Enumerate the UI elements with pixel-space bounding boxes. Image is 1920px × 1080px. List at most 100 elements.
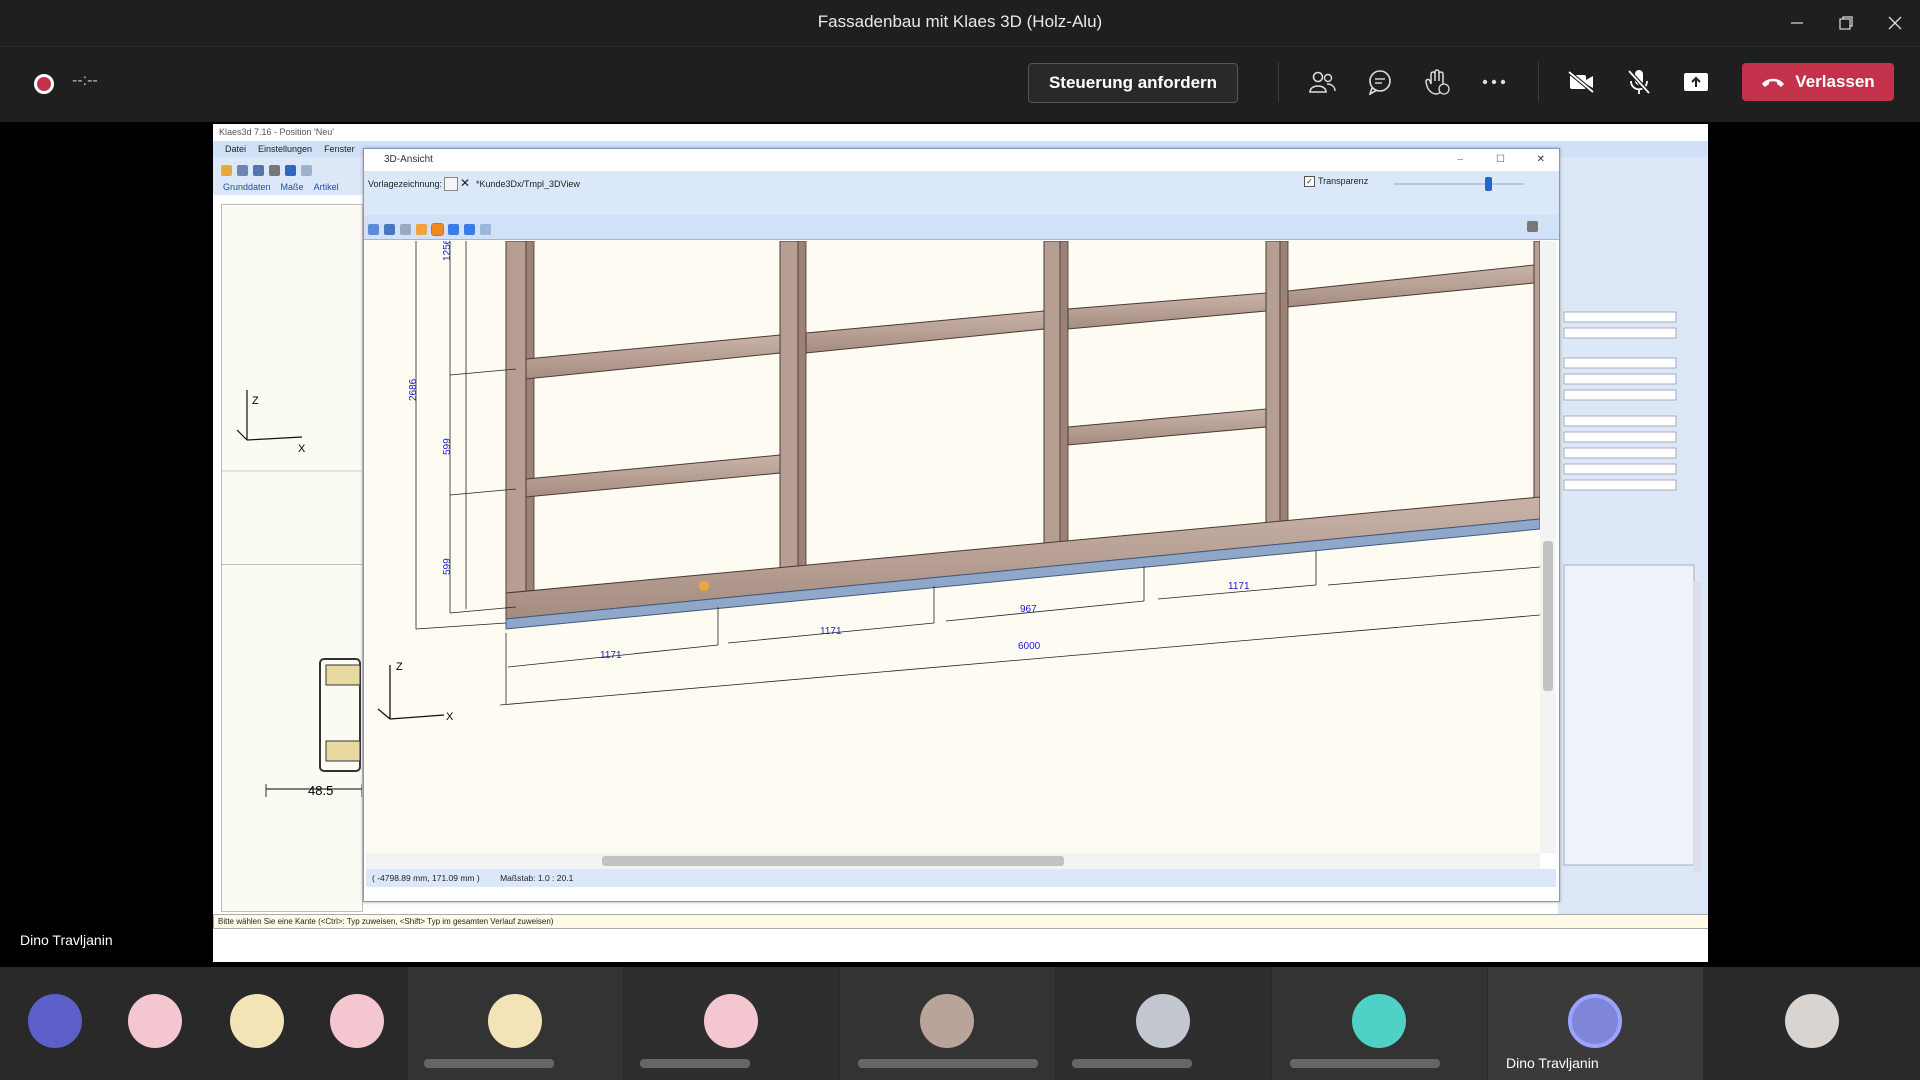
zoom-fit-icon[interactable] (368, 224, 379, 236)
save-all-icon[interactable] (253, 165, 264, 177)
mic-off-icon[interactable] (1621, 64, 1657, 100)
shared-screen: Klaes3d 7.16 - Position 'Neu' Datei Eins… (213, 124, 1708, 962)
active-speaker-name: Dino Travljanin (1506, 1055, 1599, 1071)
axis-z-label: Z (252, 395, 259, 407)
transparency-checkbox[interactable]: ✓ (1304, 176, 1315, 187)
leave-label: Verlassen (1795, 72, 1875, 91)
participants-icon[interactable] (1304, 64, 1340, 100)
back-arrow-icon[interactable] (464, 224, 475, 236)
dialog-titlebar: 3D-Ansicht – ☐ ✕ (364, 149, 1559, 171)
more-options-icon[interactable] (1476, 64, 1512, 100)
chat-icon[interactable] (1362, 64, 1398, 100)
dialog-options-row: Vorlagezeichnung: ✕ *Kunde3Dx/Tmpl_3DVie… (364, 171, 1559, 215)
transparency-slider-thumb[interactable] (1485, 177, 1492, 191)
recording-time: --:-- (72, 72, 98, 89)
3d-view-dialog: 3D-Ansicht – ☐ ✕ Vorlagezeichnung: ✕ *Ku… (363, 148, 1560, 902)
participant-name-blurred (1072, 1059, 1192, 1068)
tab-masse[interactable]: Maße (281, 182, 304, 192)
cad-app-titlebar: Klaes3d 7.16 - Position 'Neu' (213, 124, 1708, 142)
save-icon[interactable] (237, 165, 248, 177)
dim-label-v2: 2686 (408, 378, 419, 401)
dialog-status-bar: ( -4798.89 mm, 171.09 mm ) Maßstab: 1.0 … (366, 869, 1556, 887)
dim-label-v4: 599 (442, 558, 453, 575)
cursor-coordinates: ( -4798.89 mm, 171.09 mm ) (372, 873, 480, 883)
pan-icon[interactable] (448, 224, 459, 236)
window-title: Fassadenbau mit Klaes 3D (Holz-Alu) (817, 12, 1103, 31)
participant-avatar (230, 994, 284, 1048)
cad-tabs: Grunddaten Maße Artikel (213, 179, 373, 195)
orbit-active-icon[interactable] (431, 223, 444, 237)
restore-icon[interactable] (1823, 0, 1869, 46)
open-icon[interactable] (221, 165, 232, 177)
undo-icon[interactable] (285, 165, 296, 177)
participant-avatar (704, 994, 758, 1048)
dim-label-h1: 1171 (600, 650, 622, 661)
dim-label-h4: 1171 (1228, 581, 1250, 592)
presenter-name: Dino Travljanin (20, 932, 113, 948)
3d-viewport[interactable]: 1256 2686 599 599 1171 1171 967 1171 600… (366, 241, 1540, 853)
participant-name-blurred (1290, 1059, 1440, 1068)
dialog-toolbar (364, 215, 1559, 240)
recording-icon (34, 74, 54, 94)
participant-avatar (128, 994, 182, 1048)
dialog-close-icon[interactable]: ✕ (1537, 149, 1545, 171)
orbit-icon[interactable] (416, 224, 427, 236)
menu-datei[interactable]: Datei (225, 144, 246, 154)
participant-name-blurred (858, 1059, 1038, 1068)
active-speaker-avatar (1568, 994, 1622, 1048)
view-icon[interactable] (384, 224, 395, 236)
dim-label-v1: 1256 (442, 241, 453, 261)
tab-grunddaten[interactable]: Grunddaten (223, 182, 271, 192)
camera-off-icon[interactable] (1563, 64, 1599, 100)
share-screen-icon[interactable] (1678, 64, 1714, 100)
vorlage-path: *Kunde3Dx/Tmpl_3DView (476, 179, 580, 189)
dim-label-v3: 599 (442, 438, 453, 455)
cad-status-bar: Bitte wählen Sie eine Kante (<Ctrl>: Typ… (213, 914, 1708, 929)
properties-panel (1558, 162, 1708, 924)
dim-label-h3: 967 (1020, 604, 1037, 615)
window-titlebar: Fassadenbau mit Klaes 3D (Holz-Alu) (0, 0, 1920, 46)
participant-avatar (1352, 994, 1406, 1048)
template-grid-icon[interactable] (444, 177, 458, 191)
tab-artikel[interactable]: Artikel (314, 182, 339, 192)
cad-app-title: Klaes3d 7.16 - Position 'Neu' (219, 127, 335, 137)
viewport-axis-z: Z (396, 661, 403, 673)
participant-name-blurred (640, 1059, 750, 1068)
left-preview-bottom: 48.5 (221, 564, 363, 912)
self-avatar (1785, 994, 1839, 1048)
template-clear-icon[interactable]: ✕ (460, 176, 470, 190)
dialog-minimize-icon[interactable]: – (1457, 149, 1463, 171)
vorlage-label: Vorlagezeichnung: (368, 179, 443, 189)
dialog-maximize-icon[interactable]: ☐ (1496, 149, 1505, 171)
participant-avatar (488, 994, 542, 1048)
dialog-title: 3D-Ansicht (384, 154, 433, 165)
request-control-button[interactable]: Steuerung anfordern (1028, 63, 1238, 103)
redo-icon[interactable] (301, 165, 312, 177)
menu-einstellungen[interactable]: Einstellungen (258, 144, 312, 154)
rotate-icon[interactable] (400, 224, 411, 236)
transparency-label: Transparenz (1318, 176, 1369, 186)
export-icon[interactable] (1503, 221, 1514, 232)
minimize-icon[interactable] (1774, 0, 1820, 46)
settings-icon[interactable] (1527, 221, 1538, 232)
leave-button[interactable]: Verlassen (1742, 63, 1894, 101)
participant-avatar (28, 994, 82, 1048)
print-icon[interactable] (269, 165, 280, 177)
dim-label-total: 6000 (1018, 641, 1041, 652)
viewport-axis-x: X (446, 711, 454, 723)
toolbar-divider (1278, 62, 1279, 102)
forward-arrow-icon[interactable] (480, 224, 491, 236)
hangup-icon (1762, 78, 1785, 87)
participant-avatar (1136, 994, 1190, 1048)
raise-hand-icon[interactable] (1419, 64, 1455, 100)
participant-avatar (330, 994, 384, 1048)
transparency-slider[interactable] (1394, 183, 1524, 185)
left-preview-top: Z X (221, 204, 363, 566)
participant-avatar (920, 994, 974, 1048)
menu-fenster[interactable]: Fenster (324, 144, 355, 154)
viewport-vertical-scrollbar[interactable] (1540, 241, 1556, 853)
viewport-horizontal-scrollbar[interactable] (366, 853, 1540, 869)
scale-readout: Maßstab: 1.0 : 20.1 (500, 873, 574, 883)
profile-dimension-label: 48.5 (308, 783, 334, 798)
close-icon[interactable] (1872, 0, 1918, 46)
